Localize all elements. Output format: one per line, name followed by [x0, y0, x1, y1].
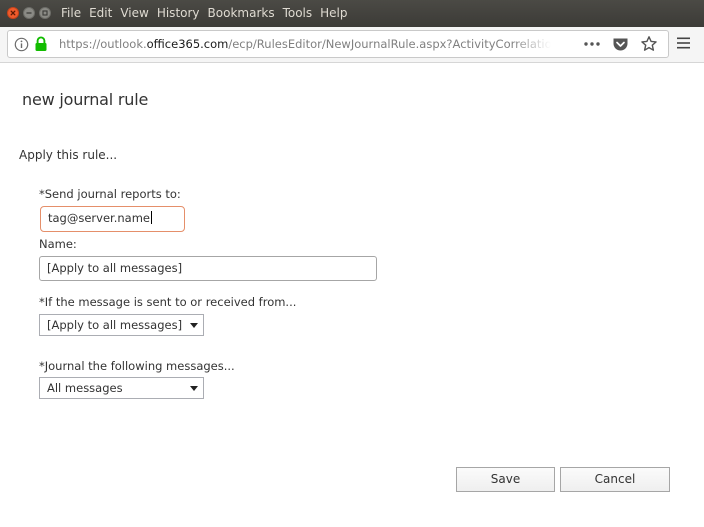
apply-rule-label: Apply this rule...	[19, 148, 118, 162]
menu-bar: File Edit View History Bookmarks Tools H…	[61, 6, 356, 20]
close-icon	[10, 10, 16, 16]
menu-history[interactable]: History	[157, 6, 200, 20]
menu-help[interactable]: Help	[320, 6, 347, 20]
maximize-icon	[42, 10, 48, 16]
navigation-bar: https://outlook.office365.com/ecp/RulesE…	[0, 27, 704, 63]
minimize-icon	[26, 12, 32, 14]
url-bar[interactable]: https://outlook.office365.com/ecp/RulesE…	[7, 30, 669, 58]
url-text[interactable]: https://outlook.office365.com/ecp/RulesE…	[59, 37, 551, 52]
lock-icon[interactable]	[34, 36, 48, 52]
page-title: new journal rule	[22, 90, 149, 109]
menu-edit[interactable]: Edit	[89, 6, 112, 20]
journal-to-label: *Send journal reports to:	[39, 187, 181, 201]
name-input[interactable]: [Apply to all messages]	[39, 256, 377, 281]
pocket-icon[interactable]	[612, 36, 629, 52]
info-icon[interactable]	[14, 37, 29, 52]
journal-to-input[interactable]: tag@server.name	[40, 206, 185, 232]
menu-view[interactable]: View	[120, 6, 148, 20]
sent-to-label: *If the message is sent to or received f…	[39, 295, 297, 309]
chevron-down-icon	[190, 323, 198, 328]
cancel-button[interactable]: Cancel	[560, 467, 670, 492]
save-button[interactable]: Save	[456, 467, 555, 492]
url-path: /ecp/RulesEditor/NewJournalRule.aspx?Act…	[228, 37, 551, 51]
menu-bookmarks[interactable]: Bookmarks	[208, 6, 275, 20]
text-caret	[150, 211, 152, 224]
chevron-down-icon	[190, 386, 198, 391]
title-bar: File Edit View History Bookmarks Tools H…	[0, 0, 704, 27]
journal-messages-select[interactable]: All messages	[39, 377, 204, 399]
more-icon[interactable]	[583, 36, 601, 52]
close-window-button[interactable]	[7, 7, 19, 19]
minimize-window-button[interactable]	[23, 7, 35, 19]
maximize-window-button[interactable]	[39, 7, 51, 19]
browser-window: File Edit View History Bookmarks Tools H…	[0, 0, 704, 527]
sent-to-select[interactable]: [Apply to all messages]	[39, 314, 204, 336]
hamburger-icon[interactable]	[676, 36, 691, 50]
url-scheme: https://outlook.	[59, 37, 147, 51]
journal-messages-label: *Journal the following messages...	[39, 359, 235, 373]
sent-to-selected: [Apply to all messages]	[47, 318, 183, 332]
star-icon[interactable]	[640, 35, 658, 53]
journal-messages-selected: All messages	[47, 381, 123, 395]
url-host: office365.com	[146, 37, 229, 51]
name-label: Name:	[39, 237, 77, 251]
menu-file[interactable]: File	[61, 6, 81, 20]
journal-to-value: tag@server.name	[48, 211, 150, 225]
name-value: [Apply to all messages]	[47, 261, 183, 275]
menu-tools[interactable]: Tools	[283, 6, 313, 20]
page-content: new journal rule Apply this rule... *Sen…	[0, 63, 704, 527]
